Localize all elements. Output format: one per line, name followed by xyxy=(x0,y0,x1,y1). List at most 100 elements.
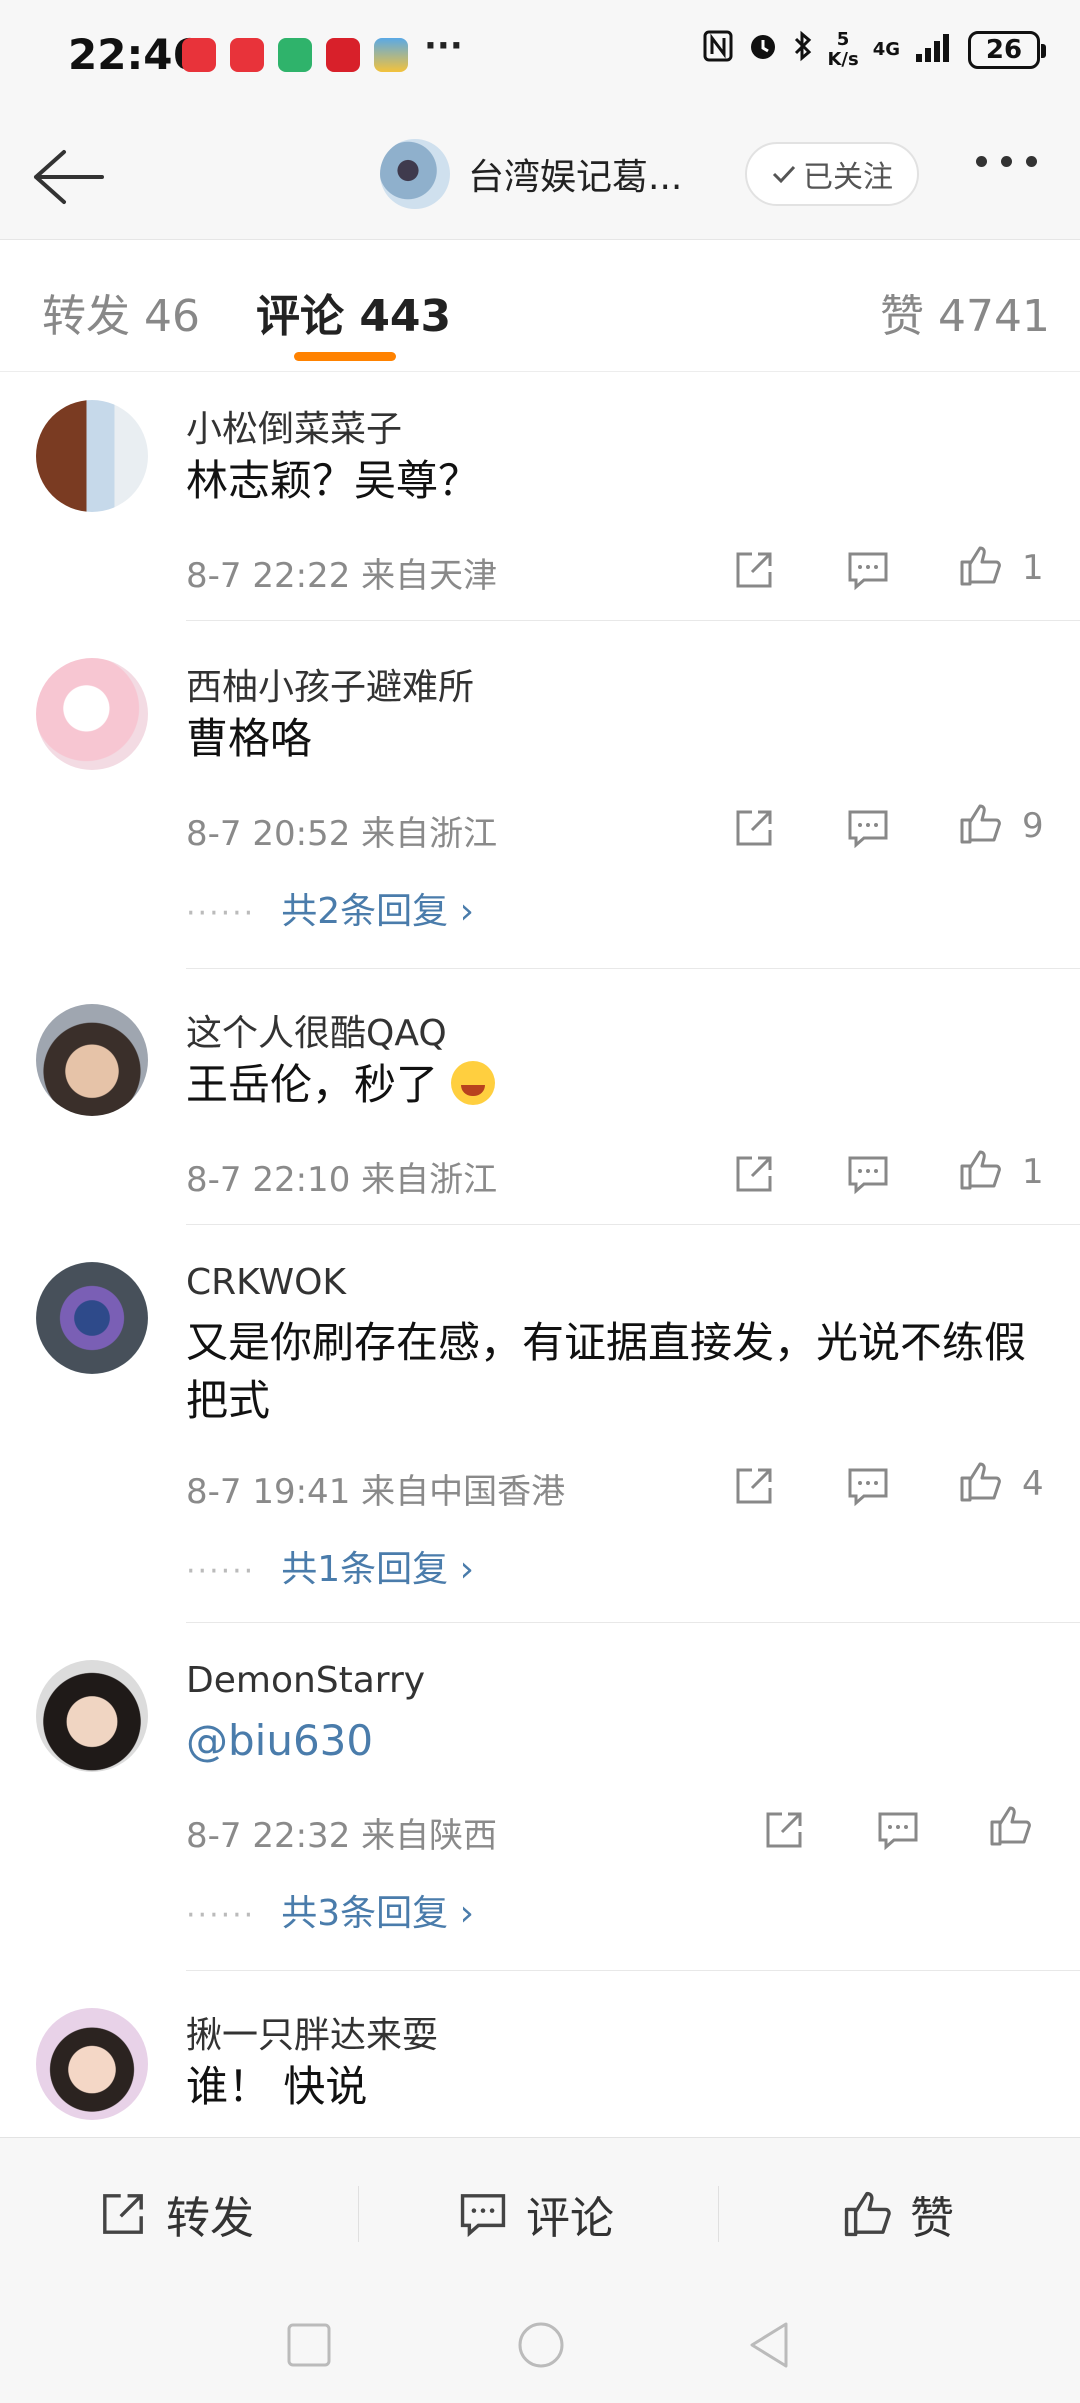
reply-icon[interactable] xyxy=(876,1808,920,1852)
share-icon[interactable] xyxy=(732,548,776,592)
status-bar: 22:46 ··· 5 K/s 4G 26 xyxy=(0,0,1080,112)
avatar[interactable] xyxy=(36,658,148,770)
reply-icon[interactable] xyxy=(846,806,890,850)
avatar[interactable] xyxy=(36,1262,148,1374)
speed-unit: K/s xyxy=(827,49,859,70)
comment-username[interactable]: CRKWOK xyxy=(186,1262,346,1303)
reply-icon[interactable] xyxy=(846,1152,890,1196)
divider xyxy=(186,1622,1080,1623)
comment-username[interactable]: 小松倒菜菜子 xyxy=(186,400,402,452)
follow-button[interactable]: 已关注 xyxy=(745,142,919,206)
comment-time: 8-7 19:41 xyxy=(186,1472,351,1512)
like-icon[interactable] xyxy=(958,544,1002,588)
laughing-emoji-icon xyxy=(451,1061,496,1105)
like-count: 1 xyxy=(1022,548,1044,588)
tab-comments[interactable]: 评论 443 xyxy=(256,280,451,344)
separator xyxy=(358,2186,359,2242)
bottom-action-bar: 转发 评论 赞 xyxy=(0,2137,1080,2285)
replies-label: 共2条回复 › xyxy=(281,891,474,932)
speed-value: 5 xyxy=(836,29,850,50)
comment-meta: 8-7 22:10 来自浙江 xyxy=(186,1152,497,1201)
recent-apps-icon[interactable] xyxy=(286,2322,332,2368)
comment-text: 曹格咯 xyxy=(186,714,313,763)
like-icon[interactable] xyxy=(988,1804,1032,1848)
top-nav-bar: 台湾娱记葛... 已关注 xyxy=(0,112,1080,240)
avatar[interactable] xyxy=(36,2008,148,2120)
view-replies-link[interactable]: ······ 共3条回复 › xyxy=(186,1884,474,1936)
back-button[interactable] xyxy=(26,142,106,212)
notification-icons xyxy=(182,38,408,72)
comment-meta: 8-7 22:22 来自天津 xyxy=(186,548,497,597)
reply-icon[interactable] xyxy=(846,548,890,592)
avatar[interactable] xyxy=(36,1660,148,1772)
comment-username[interactable]: 这个人很酷QAQ xyxy=(186,1004,447,1056)
view-replies-link[interactable]: ······ 共1条回复 › xyxy=(186,1540,474,1592)
app-notification-icon xyxy=(374,38,408,72)
more-options-button[interactable] xyxy=(976,156,1037,167)
separator xyxy=(718,2186,719,2242)
reply-icon[interactable] xyxy=(846,1464,890,1508)
comment-icon xyxy=(460,2194,506,2238)
author-name[interactable]: 台湾娱记葛... xyxy=(468,148,682,200)
comment-text-content: 王岳伦，秒了 xyxy=(186,1060,439,1109)
comment-location: 来自浙江 xyxy=(361,814,498,854)
divider xyxy=(186,1970,1080,1971)
like-count: 1 xyxy=(1022,1152,1044,1192)
comment-mention-link[interactable]: @biu630 xyxy=(186,1712,1046,1770)
comment-location: 来自浙江 xyxy=(361,1160,498,1200)
app-notification-icon xyxy=(326,38,360,72)
alarm-icon xyxy=(747,30,779,70)
nfc-icon xyxy=(703,30,733,70)
comment-text: 又是你刷存在感，有证据直接发，光说不练假把式 xyxy=(186,1318,1027,1425)
back-arrow-icon xyxy=(34,150,104,204)
like-icon[interactable] xyxy=(958,1148,1002,1192)
check-icon xyxy=(772,165,796,184)
share-icon[interactable] xyxy=(732,806,776,850)
comment-meta: 8-7 22:32 来自陕西 xyxy=(186,1808,497,1857)
bluetooth-icon xyxy=(793,30,813,70)
follow-label: 已关注 xyxy=(803,160,893,195)
comment-text: 林志颖？吴尊？ xyxy=(186,456,481,505)
share-icon[interactable] xyxy=(732,1152,776,1196)
share-icon xyxy=(103,2194,143,2234)
comment-time: 8-7 22:10 xyxy=(186,1160,351,1200)
reply-dots: ······ xyxy=(186,896,256,931)
comment-meta: 8-7 20:52 来自浙江 xyxy=(186,806,497,855)
author-avatar[interactable] xyxy=(380,139,450,209)
active-tab-indicator xyxy=(294,352,396,361)
tab-likes[interactable]: 赞 4741 xyxy=(880,280,1050,344)
repost-label: 转发 xyxy=(166,2193,254,2244)
avatar[interactable] xyxy=(36,1004,148,1116)
comment-text: 谁！ 快说 xyxy=(186,2062,368,2111)
tab-bar: 转发 46 评论 443 赞 4741 xyxy=(0,240,1080,372)
avatar[interactable] xyxy=(36,400,148,512)
tab-repost[interactable]: 转发 46 xyxy=(42,280,200,344)
comment-username[interactable]: 西柚小孩子避难所 xyxy=(186,658,474,710)
like-icon[interactable] xyxy=(958,802,1002,846)
share-icon[interactable] xyxy=(732,1464,776,1508)
divider xyxy=(186,1224,1080,1225)
signal-icon xyxy=(914,32,954,68)
divider xyxy=(186,620,1080,621)
system-navigation-bar xyxy=(0,2285,1080,2403)
comment-location: 来自中国香港 xyxy=(361,1472,566,1512)
network-type: 4G xyxy=(872,39,900,60)
like-label: 赞 xyxy=(910,2193,954,2244)
comment-username[interactable]: DemonStarry xyxy=(186,1660,425,1701)
share-icon[interactable] xyxy=(762,1808,806,1852)
battery-icon: 26 xyxy=(968,31,1046,69)
reply-dots: ······ xyxy=(186,1898,256,1933)
divider xyxy=(186,968,1080,969)
home-icon[interactable] xyxy=(516,2320,566,2370)
like-button[interactable]: 赞 xyxy=(842,2182,954,2246)
repost-button[interactable]: 转发 xyxy=(98,2182,254,2246)
comment-time: 8-7 20:52 xyxy=(186,814,351,854)
comment-button[interactable]: 评论 xyxy=(458,2182,614,2246)
comment-username[interactable]: 揪一只胖达来耍 xyxy=(186,2006,438,2058)
like-icon[interactable] xyxy=(958,1460,1002,1504)
like-icon xyxy=(844,2191,891,2237)
comment-time: 8-7 22:22 xyxy=(186,556,351,596)
comment-location: 来自陕西 xyxy=(361,1816,498,1856)
back-nav-icon[interactable] xyxy=(746,2320,792,2370)
view-replies-link[interactable]: ······ 共2条回复 › xyxy=(186,882,474,934)
